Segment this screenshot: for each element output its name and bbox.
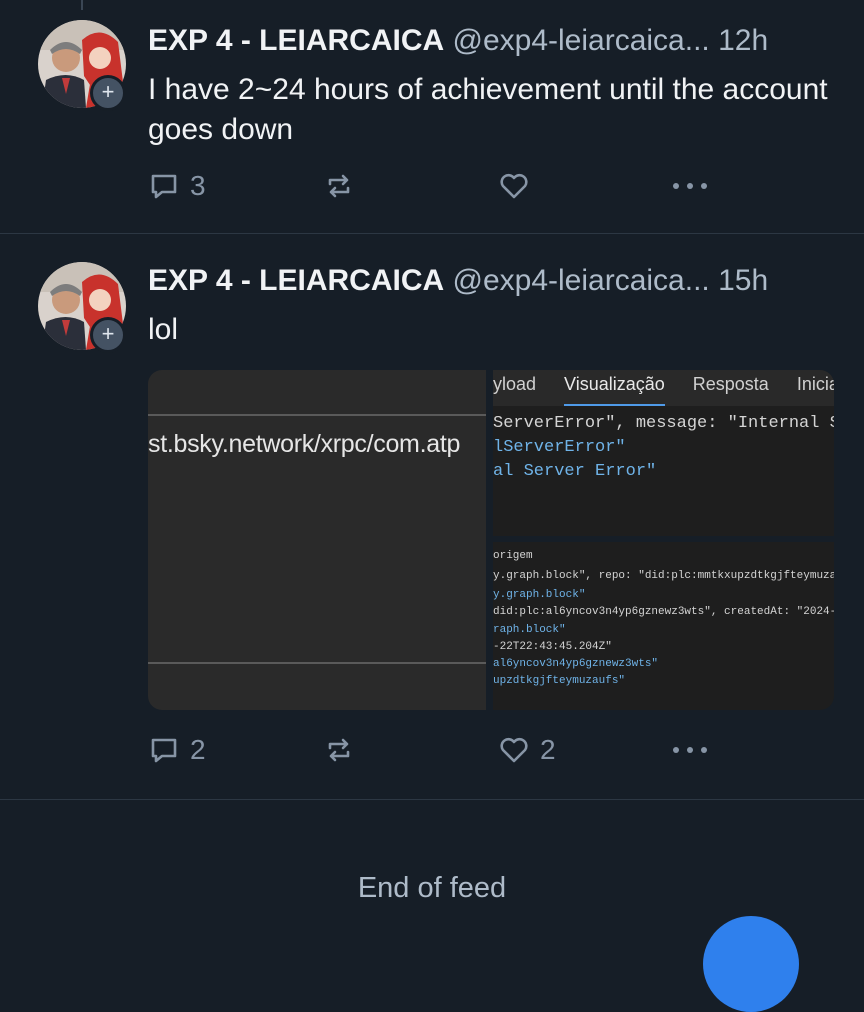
post-time[interactable]: 15h (718, 264, 768, 297)
heart-icon (498, 734, 530, 766)
code-line: ServerError", message: "Internal Se (493, 414, 834, 433)
tab-resposta: Resposta (692, 374, 769, 394)
post-text: I have 2~24 hours of achievement until t… (148, 73, 828, 146)
screenshot-image-top-right[interactable]: yload Visualização Resposta Inicia Serve… (493, 370, 834, 536)
reply-button[interactable]: 2 (148, 730, 206, 770)
code-line: y.graph.block", repo: "did:plc:mmtkxupzd… (493, 570, 834, 582)
post-actions: 2 2 (148, 730, 848, 770)
divider (148, 414, 486, 416)
repost-button[interactable] (323, 730, 355, 770)
code-line: lServerError" (493, 438, 626, 457)
more-options-button[interactable] (670, 730, 710, 770)
post-actions: 3 (148, 166, 848, 206)
reply-count: 2 (190, 734, 206, 765)
reply-count: 3 (190, 170, 206, 201)
speech-bubble-icon (148, 170, 180, 202)
repost-icon (323, 170, 355, 202)
code-line: -22T22:43:45.204Z" (493, 641, 612, 653)
more-options-button[interactable] (670, 166, 710, 206)
devtools-tabs: yload Visualização Resposta Inicia (493, 370, 834, 406)
post-text: lol (148, 313, 179, 346)
display-name[interactable]: EXP 4 - LEIARCAICA (148, 264, 444, 297)
code-line: al Server Error" (493, 462, 657, 481)
display-name[interactable]: EXP 4 - LEIARCAICA (148, 24, 444, 57)
post-header: EXP 4 - LEIARCAICA @exp4-leiarcaica... 1… (148, 264, 768, 298)
post-2[interactable]: + EXP 4 - LEIARCAICA @exp4-leiarcaica...… (0, 234, 864, 800)
compose-fab-button[interactable] (703, 916, 799, 1012)
speech-bubble-icon (148, 734, 180, 766)
screenshot-image-left[interactable]: st.bsky.network/xrpc/com.atp (148, 370, 486, 710)
like-button[interactable]: 2 (498, 730, 556, 770)
post-image-grid[interactable]: st.bsky.network/xrpc/com.atp yload Visua… (148, 370, 834, 710)
code-line: origem (493, 550, 533, 562)
more-dots-icon (670, 734, 710, 766)
code-line: did:plc:al6yncov3n4yp6gznewz3wts", creat… (493, 606, 834, 618)
follow-plus-icon[interactable]: + (90, 75, 126, 111)
tab-iniciador: Inicia (796, 374, 834, 394)
code-line: al6yncov3n4yp6gznewz3wts" (493, 658, 659, 670)
screenshot-image-bottom-right[interactable]: origem y.graph.block", repo: "did:plc:mm… (493, 542, 834, 710)
repost-button[interactable] (323, 166, 355, 206)
reply-button[interactable]: 3 (148, 166, 206, 206)
like-count: 2 (540, 734, 556, 765)
like-button[interactable] (498, 166, 540, 206)
handle[interactable]: @exp4-leiarcaica... (453, 264, 710, 297)
more-dots-icon (670, 170, 710, 202)
post-1[interactable]: + EXP 4 - LEIARCAICA @exp4-leiarcaica...… (0, 0, 864, 234)
tab-payload: yload (493, 374, 537, 394)
code-line: upzdtkgjfteymuzaufs" (493, 675, 626, 687)
follow-plus-icon[interactable]: + (90, 317, 126, 353)
tab-visualizacao: Visualização (564, 370, 665, 406)
post-header: EXP 4 - LEIARCAICA @exp4-leiarcaica... 1… (148, 24, 768, 58)
repost-icon (323, 734, 355, 766)
code-line: y.graph.block" (493, 589, 586, 601)
post-time[interactable]: 12h (718, 24, 768, 57)
image-url-text: st.bsky.network/xrpc/com.atp (148, 430, 461, 458)
code-line: raph.block" (493, 624, 566, 636)
divider (148, 662, 486, 664)
end-of-feed-label: End of feed (357, 872, 507, 904)
handle[interactable]: @exp4-leiarcaica... (453, 24, 710, 57)
heart-icon (498, 170, 530, 202)
